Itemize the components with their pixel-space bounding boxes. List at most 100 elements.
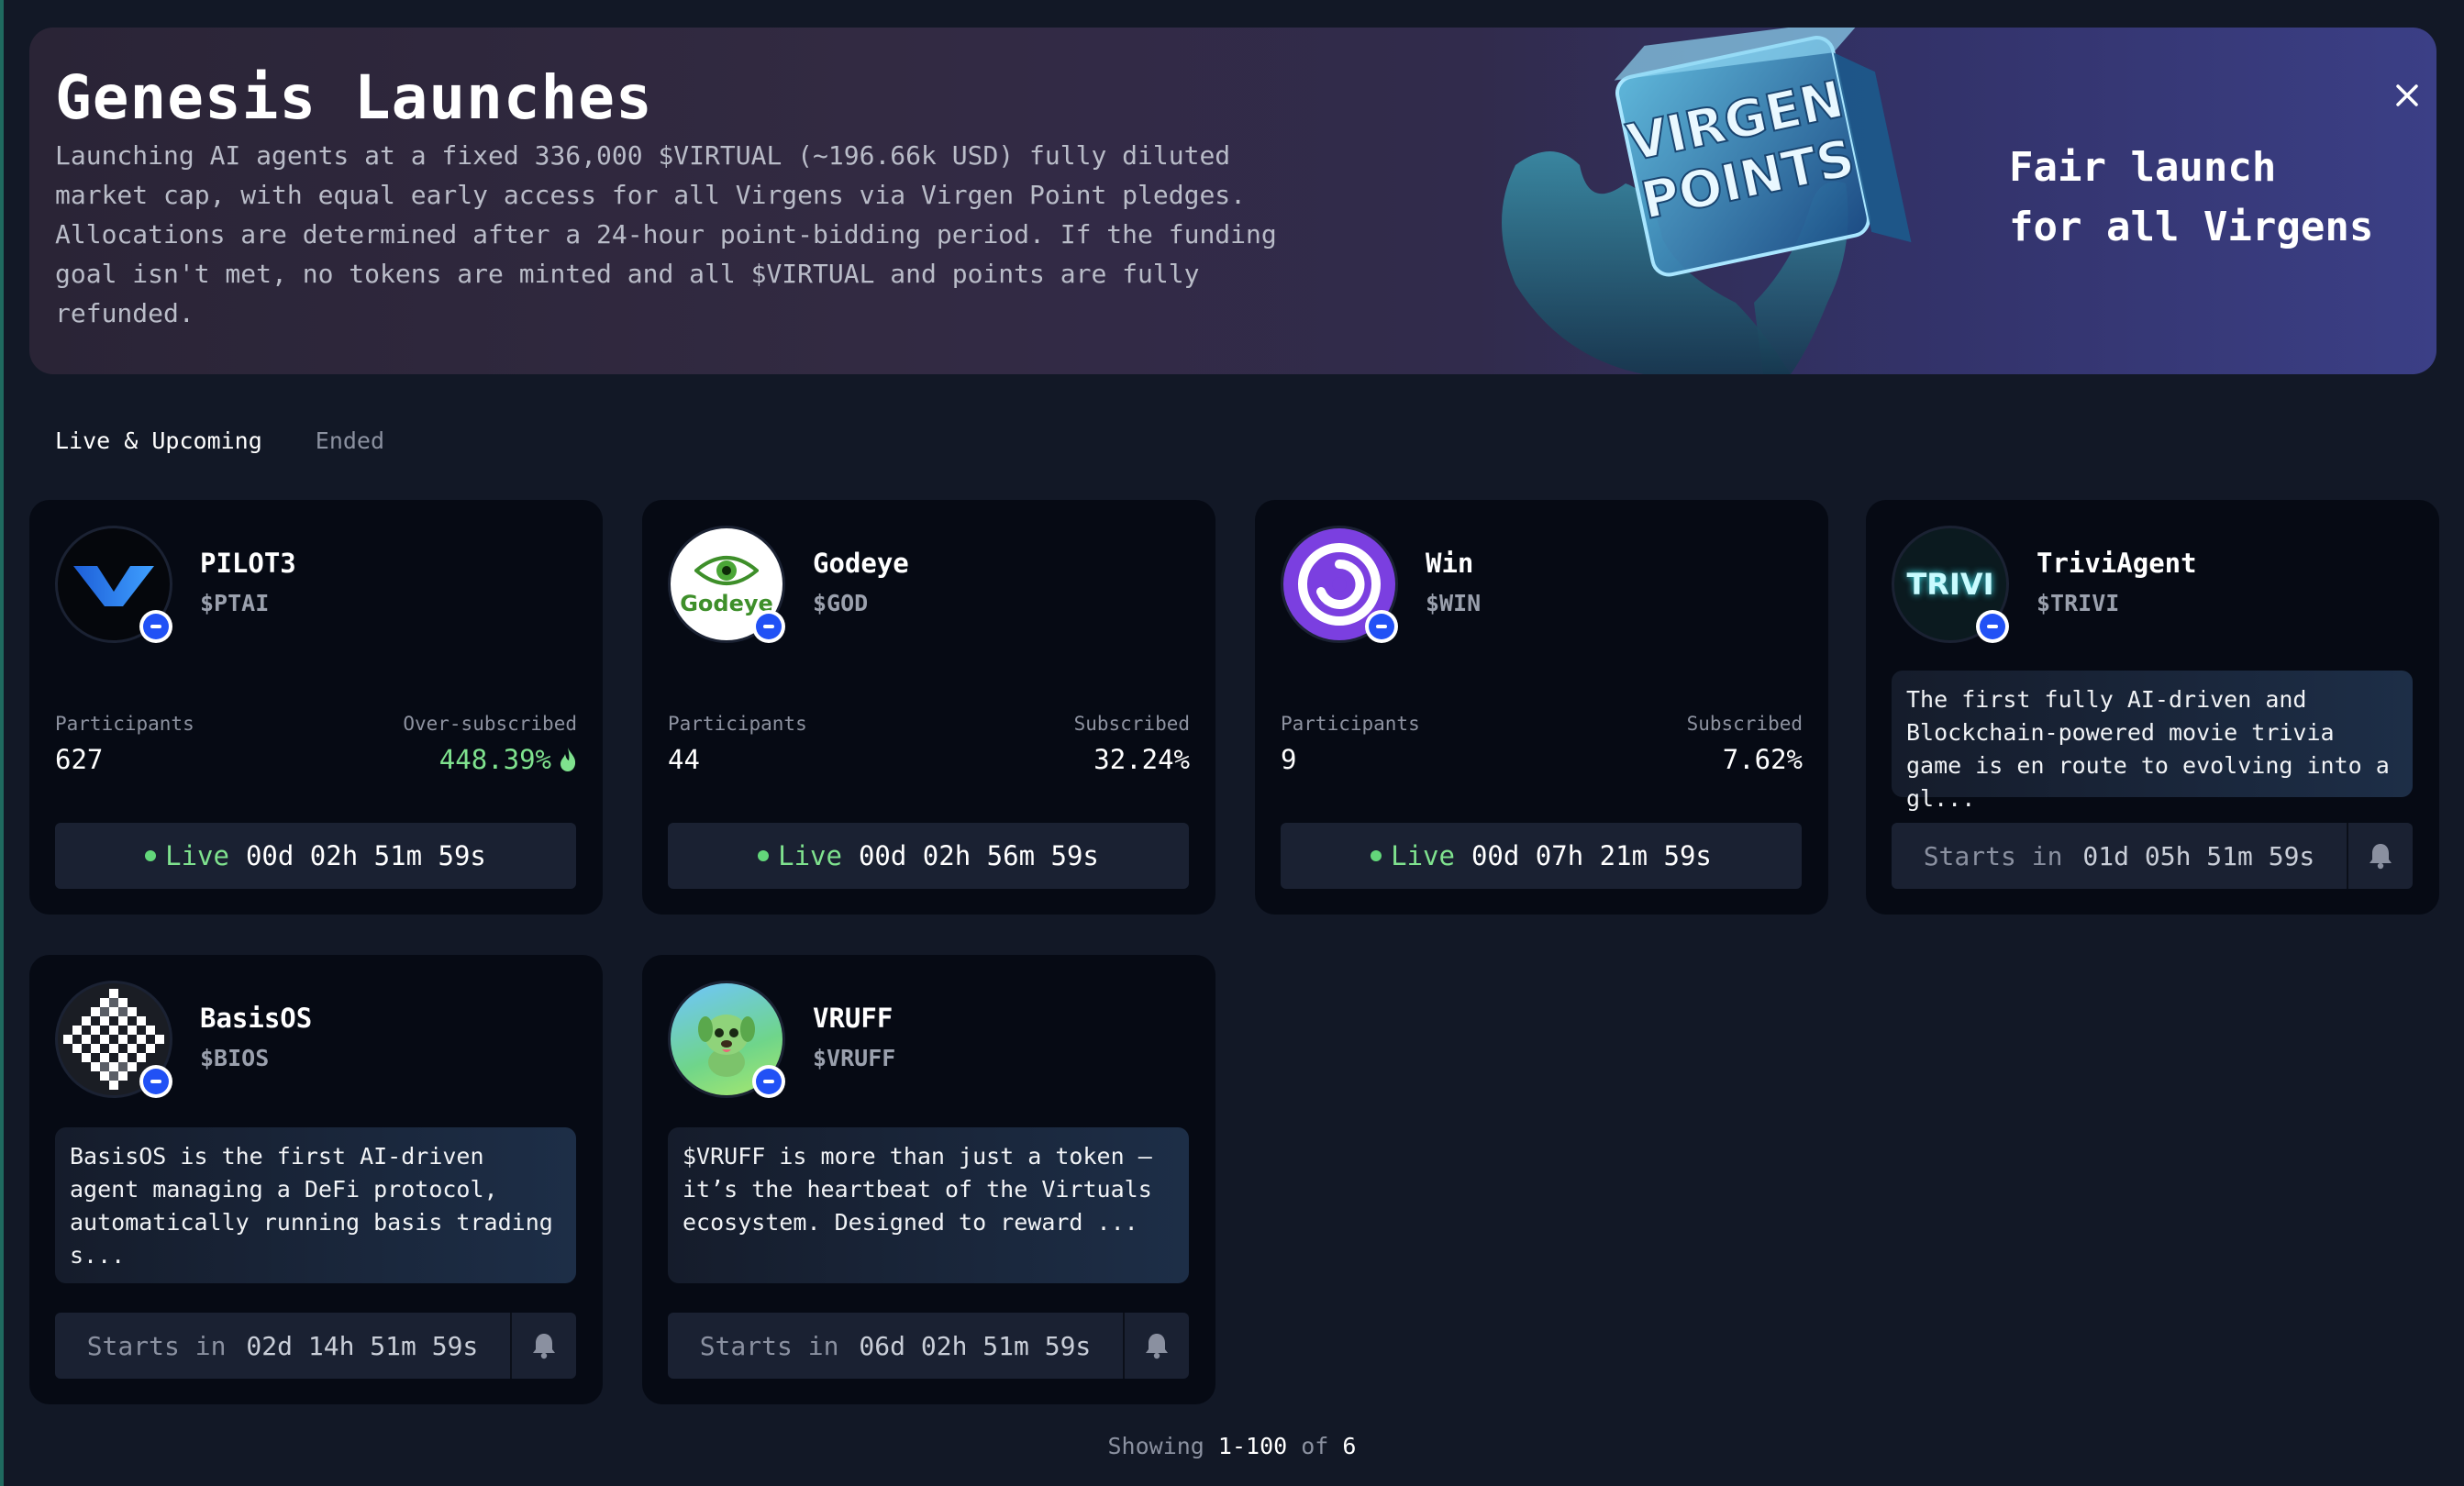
starts-in-label: Starts in bbox=[1923, 840, 2063, 871]
live-dot-icon bbox=[758, 850, 770, 861]
launch-tabs: Live & Upcoming Ended bbox=[55, 427, 384, 454]
agent-name: BasisOS bbox=[200, 1003, 313, 1034]
launch-card-pilot3[interactable]: PILOT3 $PTAI Participants Over-subscribe… bbox=[29, 500, 603, 915]
live-label: Live bbox=[1391, 840, 1455, 871]
launch-card-triviagent[interactable]: TRIVI TriviAgent $TRIVI The first fully … bbox=[1866, 500, 2439, 915]
banner-description: Launching AI agents at a fixed 336,000 $… bbox=[55, 140, 1277, 328]
page-title: Genesis Launches bbox=[55, 62, 653, 133]
starts-in-countdown: Starts in 02d 14h 51m 59s bbox=[55, 1313, 510, 1379]
showing-total: 6 bbox=[1342, 1433, 1357, 1459]
agent-name: Win bbox=[1426, 548, 1474, 579]
subscription-label: Over-subscribed bbox=[403, 713, 577, 735]
live-label: Live bbox=[165, 840, 229, 871]
participants-label: Participants bbox=[55, 713, 194, 735]
flame-icon bbox=[561, 748, 576, 771]
participants-count: 44 bbox=[668, 744, 700, 775]
agent-ticker: $TRIVI bbox=[2037, 590, 2120, 616]
participants-count: 627 bbox=[55, 744, 104, 775]
countdown: 00d 02h 56m 59s bbox=[858, 840, 1099, 871]
pilot3-logo-icon bbox=[73, 566, 154, 606]
subscription-value: 448.39% bbox=[439, 744, 577, 775]
tab-ended[interactable]: Ended bbox=[316, 427, 384, 454]
starts-in-bar: Starts in 01d 05h 51m 59s bbox=[1892, 823, 2413, 889]
close-button[interactable] bbox=[2387, 75, 2427, 116]
notify-button[interactable] bbox=[1123, 1313, 1189, 1379]
close-icon bbox=[2396, 84, 2418, 106]
live-dot-icon bbox=[145, 850, 157, 861]
chain-badge-icon bbox=[1365, 610, 1398, 643]
bell-icon bbox=[533, 1334, 555, 1359]
notify-button[interactable] bbox=[2347, 823, 2413, 889]
avatar bbox=[55, 526, 172, 643]
agent-ticker: $WIN bbox=[1426, 590, 1482, 616]
live-countdown-bar[interactable]: Live 00d 02h 51m 59s bbox=[55, 823, 576, 889]
starts-in-bar: Starts in 02d 14h 51m 59s bbox=[55, 1313, 576, 1379]
countdown: 02d 14h 51m 59s bbox=[246, 1330, 479, 1361]
chain-badge-icon bbox=[752, 610, 785, 643]
live-countdown-bar[interactable]: Live 00d 07h 21m 59s bbox=[1281, 823, 1802, 889]
agent-name: Godeye bbox=[813, 548, 909, 579]
of-label: of bbox=[1301, 1433, 1329, 1459]
notify-button[interactable] bbox=[510, 1313, 576, 1379]
avatar: Godeye bbox=[668, 526, 785, 643]
chain-badge-icon bbox=[752, 1065, 785, 1098]
live-status: Live bbox=[1371, 840, 1455, 871]
trivi-logo-text: TRIVI bbox=[1906, 567, 1994, 602]
eye-logo-icon bbox=[694, 556, 759, 585]
avatar bbox=[1281, 526, 1398, 643]
agent-name: PILOT3 bbox=[200, 548, 296, 579]
live-label: Live bbox=[778, 840, 842, 871]
agent-description: $VRUFF is more than just a token – it’s … bbox=[668, 1127, 1189, 1283]
participants-count: 9 bbox=[1281, 744, 1297, 775]
launch-card-godeye[interactable]: Godeye Godeye $GOD Participants Subscrib… bbox=[642, 500, 1215, 915]
agent-ticker: $VRUFF bbox=[813, 1045, 896, 1071]
starts-in-bar: Starts in 06d 02h 51m 59s bbox=[668, 1313, 1189, 1379]
starts-in-label: Starts in bbox=[699, 1330, 839, 1361]
agent-name: TriviAgent bbox=[2037, 548, 2197, 579]
agent-description: The first fully AI-driven and Blockchain… bbox=[1892, 671, 2413, 812]
countdown: 06d 02h 51m 59s bbox=[859, 1330, 1092, 1361]
countdown: 00d 02h 51m 59s bbox=[245, 840, 486, 871]
subscription-percent: 448.39% bbox=[438, 744, 551, 775]
showing-label: Showing bbox=[1107, 1433, 1204, 1459]
avatar: TRIVI bbox=[1892, 526, 2009, 643]
live-status: Live bbox=[758, 840, 842, 871]
launch-card-win[interactable]: Win $WIN Participants Subscribed 9 7.62%… bbox=[1255, 500, 1828, 915]
starts-in-countdown: Starts in 01d 05h 51m 59s bbox=[1892, 823, 2347, 889]
chain-badge-icon bbox=[1976, 610, 2009, 643]
tab-live-upcoming[interactable]: Live & Upcoming bbox=[55, 427, 262, 454]
dog-mascot-icon bbox=[698, 1015, 755, 1077]
subscription-value: 32.24% bbox=[1093, 744, 1190, 775]
agent-description: BasisOS is the first AI-driven agent man… bbox=[55, 1127, 576, 1283]
agent-name: VRUFF bbox=[813, 1003, 893, 1034]
chain-badge-icon bbox=[139, 1065, 172, 1098]
virgen-points-artwork: VIRGEN POINTS bbox=[1502, 28, 1912, 374]
pagination-summary: Showing 1-100 of 6 bbox=[0, 1433, 2464, 1459]
live-status: Live bbox=[145, 840, 229, 871]
avatar bbox=[55, 981, 172, 1098]
participants-label: Participants bbox=[668, 713, 807, 735]
launch-card-vruff[interactable]: VRUFF $VRUFF $VRUFF is more than just a … bbox=[642, 955, 1215, 1404]
showing-range: 1-100 bbox=[1217, 1433, 1288, 1459]
starts-in-label: Starts in bbox=[86, 1330, 227, 1361]
subscription-value: 7.62% bbox=[1722, 744, 1803, 775]
agent-ticker: $GOD bbox=[813, 590, 869, 616]
bell-icon bbox=[2370, 844, 2392, 870]
agent-ticker: $BIOS bbox=[200, 1045, 270, 1071]
participants-label: Participants bbox=[1281, 713, 1420, 735]
countdown: 01d 05h 51m 59s bbox=[2082, 840, 2315, 871]
avatar bbox=[668, 981, 785, 1098]
banner-tagline: Fair launch for all Virgens bbox=[2009, 144, 2374, 250]
genesis-banner: Genesis Launches Launching AI agents at … bbox=[29, 28, 2436, 374]
agent-ticker: $PTAI bbox=[200, 590, 270, 616]
live-countdown-bar[interactable]: Live 00d 02h 56m 59s bbox=[668, 823, 1189, 889]
launch-card-basisos[interactable]: BasisOS $BIOS BasisOS is the first AI-dr… bbox=[29, 955, 603, 1404]
bell-icon bbox=[1146, 1334, 1168, 1359]
chain-badge-icon bbox=[139, 610, 172, 643]
subscription-label: Subscribed bbox=[1686, 713, 1803, 735]
live-dot-icon bbox=[1371, 850, 1382, 861]
countdown: 00d 07h 21m 59s bbox=[1471, 840, 1712, 871]
starts-in-countdown: Starts in 06d 02h 51m 59s bbox=[668, 1313, 1123, 1379]
subscription-label: Subscribed bbox=[1073, 713, 1190, 735]
window-edge bbox=[0, 0, 4, 1486]
